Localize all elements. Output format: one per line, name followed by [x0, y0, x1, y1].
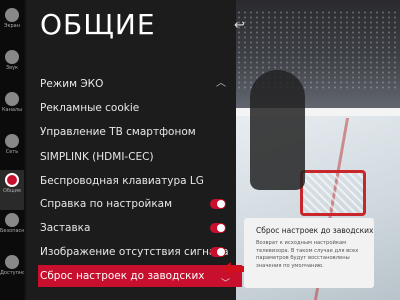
channels-icon — [5, 92, 19, 106]
menu-item-label: Рекламные cookie — [40, 102, 140, 114]
menu-item-simplink[interactable]: SIMPLINK (HDMI-CEC) — [40, 146, 230, 168]
sidebar-item-accessibility[interactable]: Доступность — [0, 252, 24, 292]
player-silhouette — [250, 70, 305, 190]
menu-item-label: Режим ЭКО — [40, 78, 104, 90]
back-icon: ↩ — [234, 18, 245, 33]
menu-item-screensaver[interactable]: Заставка — [40, 217, 230, 239]
sidebar-item-label: Доступность — [0, 270, 24, 276]
settings-help-toggle[interactable] — [210, 199, 226, 209]
sidebar-item-screen[interactable]: Экран — [0, 5, 24, 45]
menu-item-label: Сброс настроек до заводских — [40, 270, 205, 282]
general-icon — [5, 173, 19, 187]
screensaver-toggle[interactable] — [210, 223, 226, 233]
sidebar-item-label: Общие — [2, 188, 22, 194]
sidebar-item-sound[interactable]: Звук — [0, 47, 24, 87]
chevron-down-icon[interactable]: ﹀ — [221, 276, 230, 289]
menu-item-no-signal-image[interactable]: Изображение отсутствия сигнала — [40, 241, 230, 263]
settings-sidebar: Экран Звук Каналы Сеть Общие Безопасност… — [0, 0, 24, 300]
sidebar-item-network[interactable]: Сеть — [0, 131, 24, 171]
lock-icon — [5, 213, 19, 227]
back-button[interactable]: ↩ — [234, 18, 245, 33]
menu-item-label: Заставка — [40, 222, 91, 234]
general-settings-panel: ОБЩИЕ ↩ Режим ЭКО ︿ Рекламные cookie Упр… — [26, 0, 245, 300]
menu-item-factory-reset[interactable]: Сброс настроек до заводских — [38, 265, 242, 287]
menu-item-label: Управление ТВ смартфоном — [40, 126, 196, 138]
sidebar-item-label: Звук — [5, 65, 19, 71]
menu-item-label: Справка по настройкам — [40, 198, 173, 210]
sidebar-item-channels[interactable]: Каналы — [0, 89, 24, 129]
sidebar-item-general[interactable]: Общие — [0, 170, 24, 210]
help-tooltip: Сброс настроек до заводских Возврат к ис… — [244, 218, 374, 288]
sound-icon — [5, 50, 19, 64]
sidebar-item-label: Экран — [3, 23, 21, 29]
sidebar-item-security[interactable]: Безопасность — [0, 210, 24, 250]
menu-item-label: Беспроводная клавиатура LG — [40, 175, 204, 187]
network-icon — [5, 134, 19, 148]
sidebar-item-label: Безопасность — [0, 228, 24, 234]
no-signal-image-toggle[interactable] — [210, 247, 226, 257]
hockey-goal — [300, 170, 366, 216]
sidebar-item-label: Каналы — [1, 107, 23, 113]
menu-item-settings-help[interactable]: Справка по настройкам — [40, 193, 230, 215]
tooltip-text: Возврат к исходным настройкам телевизора… — [256, 240, 359, 269]
chevron-up-icon: ︿ — [216, 78, 226, 89]
menu-item-ad-cookies[interactable]: Рекламные cookie — [40, 97, 230, 119]
menu-item-wireless-keyboard[interactable]: Беспроводная клавиатура LG — [40, 170, 230, 192]
screen-icon — [5, 8, 19, 22]
menu-item-label: SIMPLINK (HDMI-CEC) — [40, 151, 154, 163]
accessibility-icon — [5, 255, 19, 269]
menu-item-smartphone-control[interactable]: Управление ТВ смартфоном — [40, 121, 230, 143]
crowd-pattern — [230, 10, 400, 90]
menu-item-label: Изображение отсутствия сигнала — [40, 246, 229, 258]
menu-item-eco-mode[interactable]: Режим ЭКО ︿ — [40, 73, 230, 95]
sidebar-item-label: Сеть — [5, 149, 19, 155]
tooltip-title: Сброс настроек до заводских — [256, 226, 374, 235]
page-title: ОБЩИЕ — [40, 8, 156, 41]
